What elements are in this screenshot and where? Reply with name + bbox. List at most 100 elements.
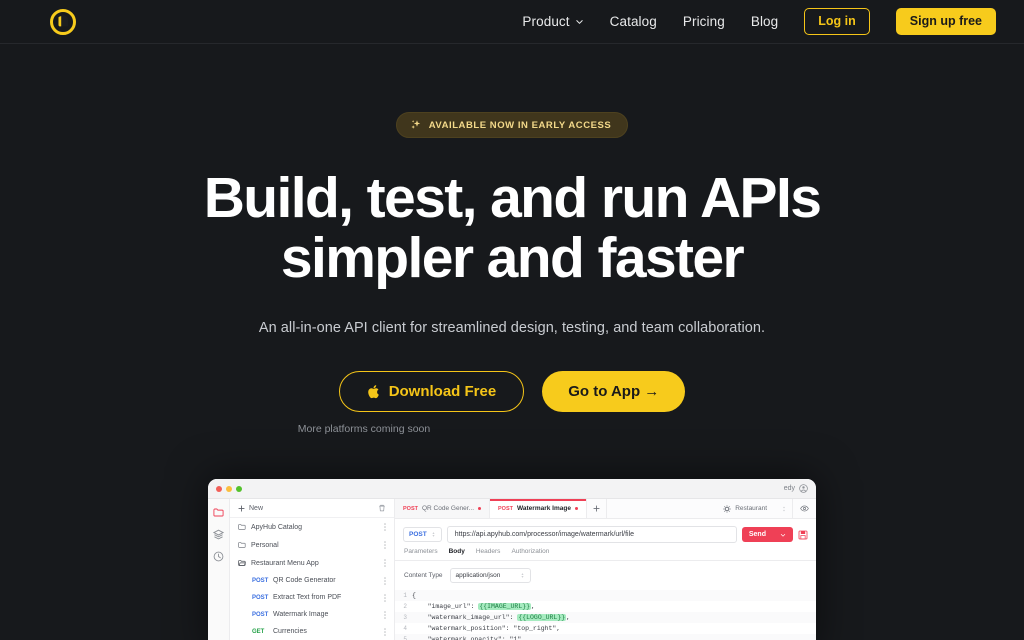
download-free-label: Download Free	[388, 382, 497, 400]
nav-item-product[interactable]: Product	[522, 14, 583, 29]
user-avatar-icon	[799, 484, 808, 493]
folder-icon[interactable]	[213, 507, 224, 518]
chevron-down-icon	[780, 533, 786, 537]
minimize-dot-icon[interactable]	[226, 485, 232, 492]
content-type-value: application/json	[455, 572, 501, 579]
code-line: 5 "watermark_opacity": "1"	[395, 634, 816, 640]
folder-icon	[238, 524, 246, 530]
kebab-menu-icon[interactable]	[384, 541, 386, 549]
sidebar-request-watermark-image[interactable]: POST Watermark Image	[230, 606, 394, 623]
sidebar-new-label: New	[249, 504, 264, 512]
app-user-menu[interactable]: edy	[784, 484, 808, 493]
code-text-suffix: ,	[531, 603, 535, 610]
tab-qr-code-generator[interactable]: POST QR Code Gener...	[395, 499, 491, 518]
code-text: "watermark_opacity": "1"	[412, 636, 522, 640]
sidebar-new-button[interactable]: New	[230, 499, 394, 518]
signup-button[interactable]: Sign up free	[895, 8, 996, 35]
app-tabbar: POST QR Code Gener... POST Watermark Ima…	[395, 499, 816, 519]
sidebar-request-extract-text-from-pdf[interactable]: POST Extract Text from PDF	[230, 589, 394, 606]
maximize-dot-icon[interactable]	[236, 485, 242, 492]
sidebar-item-label: ApyHub Catalog	[251, 523, 302, 531]
kebab-menu-icon[interactable]	[384, 593, 386, 602]
send-button[interactable]: Send	[741, 527, 793, 542]
sidebar-item-restaurant-menu-app[interactable]: Restaurant Menu App	[230, 554, 394, 572]
sidebar-request-currencies[interactable]: GET Currencies	[230, 623, 394, 640]
folder-open-icon	[238, 560, 246, 566]
kebab-menu-icon[interactable]	[384, 610, 386, 619]
nav-item-blog[interactable]: Blog	[751, 14, 778, 29]
code-line: 4 "watermark_position": "top_right",	[395, 623, 816, 634]
code-line: 3 "watermark_image_url": {{LOGO_URL}} ,	[395, 612, 816, 623]
request-body-editor[interactable]: 1 { 2 "image_url": {{IMAGE_URL}} , 3 "wa…	[395, 590, 816, 640]
sidebar-request-qr-code-generator[interactable]: POST QR Code Generator	[230, 572, 394, 589]
trash-icon[interactable]	[378, 504, 386, 512]
apple-icon	[367, 384, 379, 398]
hero-subtitle: An all-in-one API client for streamlined…	[258, 319, 766, 336]
early-access-badge[interactable]: AVAILABLE NOW IN EARLY ACCESS	[395, 112, 629, 138]
code-variable: {{IMAGE_URL}}	[478, 603, 532, 610]
kebab-menu-icon[interactable]	[384, 576, 386, 585]
download-free-button[interactable]: Download Free	[338, 370, 525, 412]
code-line: 2 "image_url": {{IMAGE_URL}} ,	[395, 601, 816, 612]
kebab-menu-icon[interactable]	[384, 559, 386, 567]
tab-method-badge: POST	[498, 505, 513, 512]
code-line: 1 {	[395, 590, 816, 601]
tab-watermark-image[interactable]: POST Watermark Image	[490, 499, 587, 518]
go-to-app-button[interactable]: Go to App →	[542, 370, 686, 412]
tab-authorization[interactable]: Authorization	[511, 548, 549, 555]
url-input[interactable]: https://api.apyhub.com/processor/image/w…	[446, 526, 737, 543]
code-text-suffix: ,	[566, 614, 571, 621]
method-selector[interactable]: POST	[403, 527, 442, 542]
nav-item-blog-label: Blog	[750, 14, 779, 29]
line-number: 4	[403, 625, 407, 632]
send-label: Send	[748, 531, 766, 538]
nav-item-catalog[interactable]: Catalog	[610, 14, 657, 29]
nav-item-pricing[interactable]: Pricing	[683, 14, 725, 29]
login-button[interactable]: Log in	[804, 8, 870, 35]
tab-label: QR Code Gener...	[421, 505, 475, 512]
environment-icon	[723, 504, 732, 513]
content-type-select[interactable]: application/json	[449, 568, 532, 583]
tab-body[interactable]: Body	[449, 548, 465, 555]
unsaved-dot-icon	[574, 507, 578, 510]
kebab-menu-icon[interactable]	[384, 627, 386, 636]
apyhub-logo-icon	[50, 8, 76, 35]
code-text: {	[412, 592, 416, 599]
folder-icon	[238, 542, 246, 548]
layers-icon[interactable]	[213, 529, 224, 540]
nav-item-catalog-label: Catalog	[609, 14, 657, 29]
nav-item-product-label: Product	[522, 14, 570, 29]
platforms-note: More platforms coming soon	[297, 422, 431, 435]
sidebar-item-apyhub-catalog[interactable]: ApyHub Catalog	[230, 518, 394, 536]
environment-selector[interactable]: Restaurant	[716, 499, 792, 518]
plus-icon	[593, 505, 600, 512]
logo-link[interactable]	[50, 8, 76, 35]
request-method-badge: POST	[252, 594, 269, 601]
site-header: Product Catalog Pricing Blog Log in Sign…	[0, 0, 1024, 44]
line-number: 1	[403, 592, 407, 599]
app-user-name: edy	[783, 485, 795, 492]
cta-row: Download Free Go to App →	[0, 370, 1024, 412]
new-tab-button[interactable]	[587, 499, 607, 518]
chevron-down-icon	[575, 20, 583, 25]
app-body: New ApyHub Catalog Personal Restaurant M…	[208, 499, 816, 640]
chevron-updown-icon	[521, 573, 524, 578]
tab-headers[interactable]: Headers	[476, 548, 501, 555]
preview-toggle-button[interactable]	[792, 499, 816, 518]
code-text: "watermark_image_url":	[412, 614, 518, 621]
page-title: Build, test, and run APIs simpler and fa…	[203, 166, 822, 291]
tab-parameters[interactable]: Parameters	[404, 548, 438, 555]
plus-icon	[238, 504, 245, 512]
tab-method-badge: POST	[403, 505, 418, 512]
app-icon-rail	[208, 499, 230, 640]
kebab-menu-icon[interactable]	[384, 523, 386, 531]
tab-label: Watermark Image	[517, 505, 571, 512]
app-preview-screenshot: edy New ApyHub Catalog Personal Restaura…	[208, 479, 816, 640]
main-nav: Product Catalog Pricing Blog Log in Sign…	[522, 8, 996, 35]
content-type-label: Content Type	[404, 572, 443, 579]
sidebar-item-personal[interactable]: Personal	[230, 536, 394, 554]
history-icon[interactable]	[213, 551, 224, 562]
save-icon[interactable]	[798, 530, 808, 540]
close-dot-icon[interactable]	[216, 485, 222, 492]
unsaved-dot-icon	[478, 507, 482, 510]
